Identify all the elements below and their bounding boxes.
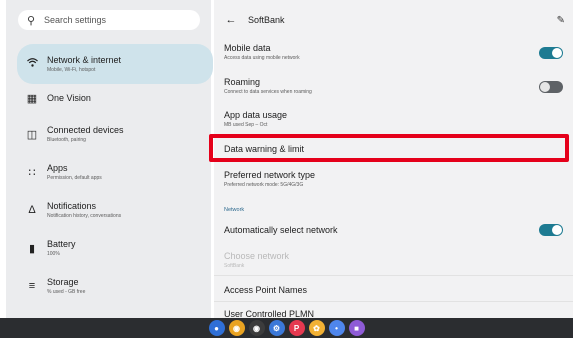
- roaming-toggle[interactable]: [539, 81, 563, 93]
- search-bar[interactable]: ⚲ Search settings: [18, 10, 200, 30]
- network-detail-pane: ← SoftBank ✎ Mobile data Access data usi…: [214, 0, 573, 319]
- sidebar-item-subtitle: Notification history, conversations: [47, 213, 122, 219]
- row-title: Roaming: [224, 77, 261, 87]
- row-subtitle: SoftBank: [224, 263, 245, 269]
- toggle-knob: [552, 48, 562, 58]
- preferred-network-row[interactable]: Preferred network type Preferred network…: [224, 170, 569, 188]
- back-arrow-icon[interactable]: ←: [214, 14, 248, 26]
- camera-icon[interactable]: ◉: [248, 320, 265, 336]
- sidebar-item-title: Network & internet: [47, 55, 122, 65]
- sidebar-item-title: Notifications: [47, 201, 97, 211]
- row-title: App data usage: [224, 110, 288, 120]
- page-title: SoftBank: [248, 15, 285, 25]
- storage-icon: ≡: [28, 280, 36, 292]
- sidebar-item-subtitle: Bluetooth, pairing: [47, 137, 86, 143]
- choose-network-row: Choose network SoftBank: [224, 251, 569, 269]
- apps-icon: ∷: [28, 166, 36, 179]
- app-p-icon[interactable]: P: [288, 320, 305, 336]
- row-title: Access Point Names: [224, 285, 308, 295]
- app-data-usage-row[interactable]: App data usage MB used Sep – Oct: [224, 110, 569, 128]
- divider: [214, 301, 573, 302]
- search-icon: ⚲: [26, 14, 36, 27]
- sidebar-item-title: One Vision: [47, 93, 91, 103]
- sidebar-item-notifications[interactable]: Δ Notifications Notification history, co…: [17, 198, 213, 222]
- battery-icon: ▮: [28, 242, 36, 255]
- devices-icon: ◫: [26, 128, 38, 141]
- detail-header: ← SoftBank ✎: [214, 10, 573, 30]
- bell-icon: Δ: [28, 204, 36, 216]
- taskbar: ● ◉ ◉ ⚙ P ✿ • ■: [0, 318, 573, 338]
- sidebar-item-network[interactable]: Network & internet Mobile, Wi-Fi, hotspo…: [17, 44, 213, 84]
- sidebar-item-storage[interactable]: ≡ Storage % used - GB free: [17, 274, 213, 298]
- auto-select-network-row[interactable]: Automatically select network: [224, 224, 569, 236]
- apn-row[interactable]: Access Point Names: [224, 285, 569, 295]
- toggle-knob: [552, 225, 562, 235]
- settings-sidebar: ⚲ Search settings Network & internet Mob…: [6, 0, 213, 318]
- sidebar-item-one-vision[interactable]: ▦ One Vision: [17, 90, 213, 106]
- row-subtitle: Preferred network mode: 5G/4G/3G: [224, 182, 304, 188]
- sidebar-item-title: Battery: [47, 239, 76, 249]
- sidebar-item-title: Apps: [47, 163, 68, 173]
- sidebar-item-battery[interactable]: ▮ Battery 100%: [17, 236, 213, 260]
- sidebar-item-connected-devices[interactable]: ◫ Connected devices Bluetooth, pairing: [17, 122, 213, 146]
- sidebar-item-subtitle: % used - GB free: [47, 289, 86, 295]
- mobile-data-toggle[interactable]: [539, 47, 563, 59]
- photos-icon[interactable]: ✿: [308, 320, 325, 336]
- row-subtitle: Connect to data services when roaming: [224, 89, 312, 95]
- data-warning-limit-row[interactable]: Data warning & limit: [224, 144, 569, 154]
- grid-icon: ▦: [26, 92, 38, 105]
- section-header-network: Network: [224, 207, 245, 213]
- sidebar-item-apps[interactable]: ∷ Apps Permission, default apps: [17, 160, 213, 184]
- row-subtitle: MB used Sep – Oct: [224, 122, 268, 128]
- wifi-icon: [17, 58, 47, 70]
- edit-pencil-icon[interactable]: ✎: [557, 15, 565, 26]
- row-title: Preferred network type: [224, 170, 316, 180]
- row-subtitle: Access data using mobile network: [224, 55, 300, 61]
- sidebar-item-subtitle: 100%: [47, 251, 60, 257]
- mobile-data-row[interactable]: Mobile data Access data using mobile net…: [224, 43, 569, 61]
- row-title: Mobile data: [224, 43, 271, 53]
- settings-screen: ⚲ Search settings Network & internet Mob…: [0, 0, 573, 338]
- auto-select-toggle[interactable]: [539, 224, 563, 236]
- launcher-icon[interactable]: ●: [208, 320, 225, 336]
- row-title: Automatically select network: [224, 225, 338, 235]
- sidebar-item-subtitle: Permission, default apps: [47, 175, 102, 181]
- app-extra-icon[interactable]: ■: [348, 320, 365, 336]
- chrome-icon[interactable]: ◉: [228, 320, 245, 336]
- assistant-icon[interactable]: •: [328, 320, 345, 336]
- toggle-knob: [540, 82, 550, 92]
- settings-app-icon[interactable]: ⚙: [268, 320, 285, 336]
- sidebar-item-title: Storage: [47, 277, 79, 287]
- row-title: Data warning & limit: [224, 144, 305, 154]
- sidebar-item-subtitle: Mobile, Wi-Fi, hotspot: [47, 67, 96, 73]
- app-dock: ● ◉ ◉ ⚙ P ✿ • ■: [0, 318, 573, 338]
- row-title: Choose network: [224, 251, 290, 261]
- sidebar-item-title: Connected devices: [47, 125, 124, 135]
- search-placeholder: Search settings: [44, 15, 107, 25]
- divider: [214, 275, 573, 276]
- roaming-row[interactable]: Roaming Connect to data services when ro…: [224, 77, 569, 95]
